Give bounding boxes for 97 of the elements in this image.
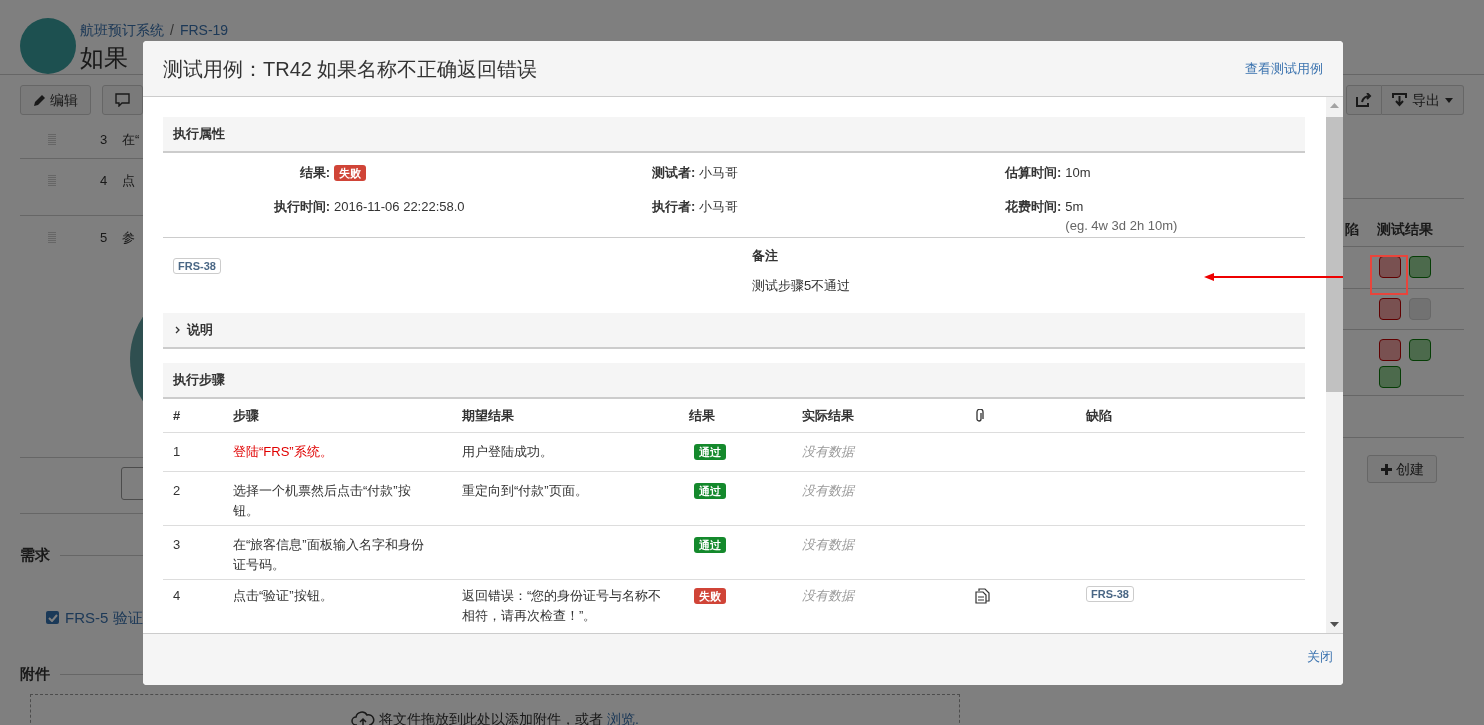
drag-handle-icon[interactable] (48, 133, 56, 147)
step-text: 在“旅客信息”面板输入名字和身份证号码。 (233, 537, 424, 572)
scrollbar[interactable] (1326, 97, 1343, 633)
column-header: 步骤 (233, 407, 259, 423)
browse-link[interactable]: 浏览. (607, 708, 639, 725)
step-text: 参 (122, 229, 135, 247)
create-button[interactable]: 创建 (1367, 455, 1437, 483)
share-button[interactable] (1346, 85, 1382, 115)
step-number: 5 (100, 229, 109, 247)
expected-result: 重定向到“付款”页面。 (462, 483, 588, 498)
scroll-up-icon[interactable] (1330, 103, 1339, 108)
result-square[interactable] (1379, 256, 1401, 278)
column-header: 结果 (689, 407, 715, 423)
column-header: 期望结果 (462, 407, 514, 423)
result-square[interactable] (1379, 366, 1401, 388)
dialog-title: 测试用例：TR42 如果名称不正确返回错误 (163, 56, 538, 82)
paperclip-icon (975, 408, 984, 423)
status-lozenge: 通过 (694, 444, 726, 460)
section-header: 执行步骤 (163, 363, 1305, 399)
step-number: 3 (173, 537, 181, 552)
field-label: 测试者: (652, 164, 696, 182)
comment-button[interactable] (102, 85, 143, 115)
actual-result: 没有数据 (802, 444, 854, 459)
description-title: 说明 (187, 321, 213, 340)
plus-icon (1380, 463, 1392, 475)
section-header: 执行属性 (163, 117, 1305, 153)
column-header: 陷 (1345, 220, 1359, 239)
field-label: 执行者: (652, 198, 696, 216)
step-number: 1 (173, 444, 181, 459)
step-text: 点 (122, 172, 135, 190)
requirement-link[interactable]: FRS-5 验证 (65, 606, 143, 629)
expected-result: 用户登陆成功。 (462, 444, 553, 459)
status-lozenge: 通过 (694, 537, 726, 553)
step-number: 2 (173, 483, 181, 498)
checkbox[interactable] (46, 611, 59, 625)
breadcrumb-link[interactable]: 航班预订系统 (80, 20, 164, 41)
export-button[interactable]: 导出 (1382, 85, 1464, 115)
step-text: 选择一个机票然后点击“付款”按钮。 (233, 483, 411, 518)
step-number: 4 (100, 172, 109, 190)
actual-result: 没有数据 (802, 483, 854, 498)
view-test-case-link[interactable]: 查看测试用例 (1245, 58, 1323, 79)
file-dropzone[interactable]: 将文件拖放到此处以添加附件，或者 浏览. (30, 693, 960, 725)
dropzone-text: 将文件拖放到此处以添加附件，或者 (379, 709, 604, 725)
highlight-frame (1370, 255, 1408, 295)
step-text: 登陆“FRS”系统。 (233, 444, 333, 459)
step-text: 点击“验证”按钮。 (233, 588, 333, 603)
caret-icon (1445, 97, 1453, 103)
actual-result: 没有数据 (802, 537, 854, 552)
column-header: 缺陷 (1086, 407, 1112, 423)
cloud-upload-icon (351, 708, 376, 725)
breadcrumb-link[interactable]: FRS-19 (179, 20, 229, 41)
share-icon (1356, 93, 1372, 107)
issue-key[interactable]: FRS-38 (1086, 586, 1134, 602)
breadcrumb-separator: / (170, 21, 174, 40)
section-heading: 需求 (20, 545, 50, 565)
pencil-icon (33, 93, 46, 107)
field-value: 2016-11-06 22:22:58.0 (334, 198, 466, 216)
project-avatar (20, 18, 76, 74)
field-label: 估算时间: (1005, 164, 1062, 182)
field-value: 小马哥 (699, 164, 740, 182)
field-label: 花费时间: (1005, 198, 1062, 216)
actual-result: 没有数据 (802, 588, 854, 603)
step-number: 3 (100, 131, 109, 149)
documents-icon[interactable] (975, 588, 990, 604)
result-square[interactable] (1379, 339, 1401, 361)
field-value: 10m (1065, 164, 1092, 182)
field-value: 小马哥 (699, 198, 740, 216)
drag-handle-icon[interactable] (48, 231, 56, 245)
column-header: 实际结果 (802, 407, 854, 423)
field-label: 执行时间: (272, 198, 330, 216)
status-lozenge: 通过 (694, 483, 726, 499)
drag-handle-icon[interactable] (48, 174, 56, 188)
step-number: 4 (173, 588, 181, 603)
field-hint: (eg. 4w 3d 2h 10m) (1065, 217, 1179, 235)
status-lozenge: 失败 (334, 165, 366, 181)
page-title: 如果 (80, 43, 128, 73)
result-square[interactable] (1409, 339, 1431, 361)
result-square[interactable] (1379, 298, 1401, 320)
scroll-down-icon[interactable] (1330, 622, 1339, 627)
description-header[interactable]: 说明 (163, 313, 1305, 349)
remark-heading: 备注 (752, 247, 779, 265)
column-header: # (173, 407, 181, 423)
column-header: 测试结果 (1377, 220, 1433, 239)
result-square[interactable] (1409, 256, 1431, 278)
scrollbar-thumb[interactable] (1326, 117, 1343, 392)
edit-button[interactable]: 编辑 (20, 85, 91, 115)
field-label: 结果: (298, 164, 330, 182)
remark-text: 测试步骤5不通过 (752, 276, 851, 295)
download-icon (1392, 93, 1407, 107)
section-heading: 附件 (20, 664, 50, 684)
close-link[interactable]: 关闭 (1307, 647, 1333, 667)
step-text: 在“ (122, 131, 140, 149)
expected-result: 返回错误：“您的身份证号与名称不相符，请再次检查！”。 (462, 588, 662, 623)
comment-icon (115, 93, 130, 107)
status-lozenge: 失败 (694, 588, 726, 604)
issue-key[interactable]: FRS-38 (173, 258, 221, 274)
field-value: 5m (1065, 198, 1085, 216)
